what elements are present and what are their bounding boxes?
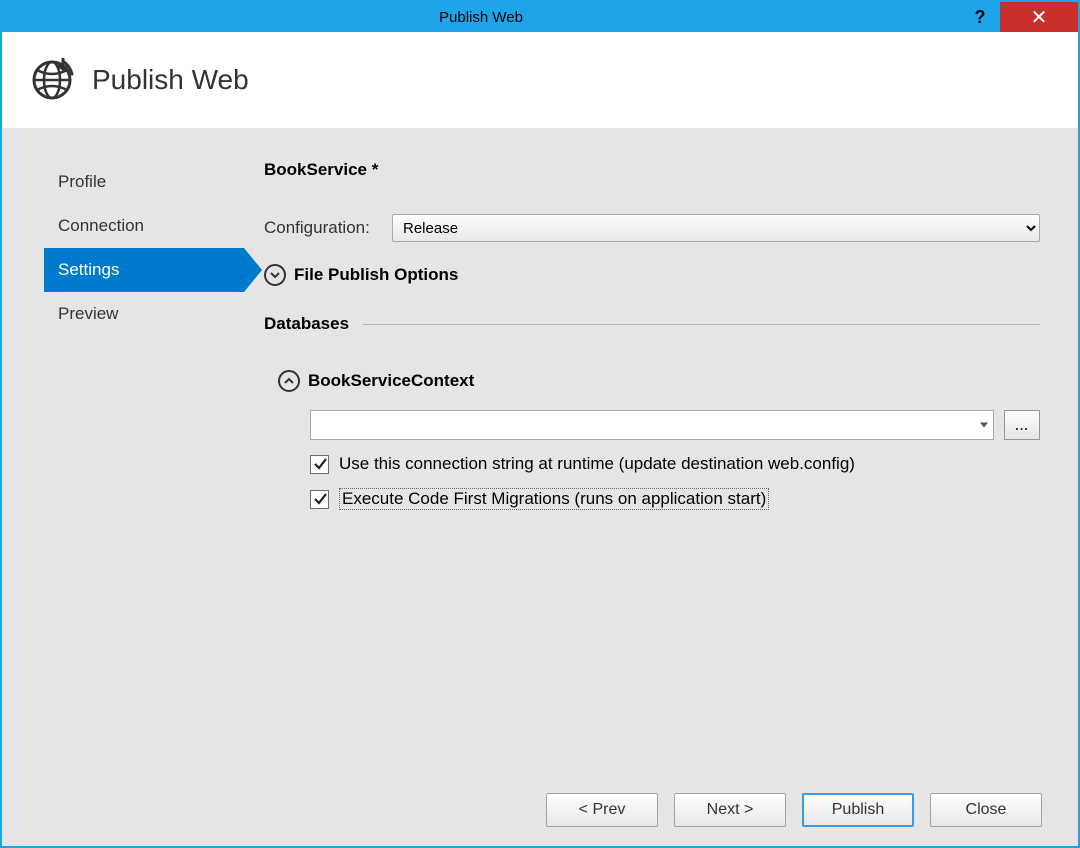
checkbox-checked-icon [310,455,329,474]
wizard-nav: Profile Connection Settings Preview [2,160,254,774]
publish-web-dialog: Publish Web ? ✕ Publish Web Profile Conn… [0,0,1080,848]
window-title: Publish Web [2,9,960,26]
use-connection-string-checkbox-row[interactable]: Use this connection string at runtime (u… [310,454,1040,474]
next-button[interactable]: Next > [674,793,786,827]
configuration-select[interactable]: Release [392,214,1040,242]
db-context-name: BookServiceContext [308,371,474,391]
dialog-title: Publish Web [92,64,249,96]
connection-string-combobox[interactable] [310,410,994,440]
prev-button[interactable]: < Prev [546,793,658,827]
help-button[interactable]: ? [960,2,1000,32]
nav-item-preview[interactable]: Preview [44,292,244,336]
database-context-block: BookServiceContext ... [264,370,1040,510]
close-button[interactable]: Close [930,793,1042,827]
nav-item-settings[interactable]: Settings [44,248,244,292]
execute-migrations-label: Execute Code First Migrations (runs on a… [339,488,769,510]
databases-section-header: Databases [264,314,1040,334]
dialog-footer: < Prev Next > Publish Close [2,774,1078,846]
db-context-inner: ... Use this connection string at runtim… [278,410,1040,510]
section-divider-line [363,324,1040,325]
file-publish-options-label: File Publish Options [294,265,458,285]
settings-pane: BookService * Configuration: Release Fil… [254,160,1078,774]
use-connection-string-label: Use this connection string at runtime (u… [339,454,855,474]
chevron-down-icon [264,264,286,286]
file-publish-options-expander[interactable]: File Publish Options [264,264,1040,286]
checkbox-checked-icon [310,490,329,509]
configuration-row: Configuration: Release [264,214,1040,242]
configuration-label: Configuration: [264,218,392,238]
databases-title: Databases [264,314,349,334]
dialog-header: Publish Web [2,32,1078,128]
project-title: BookService * [264,160,1040,180]
publish-button[interactable]: Publish [802,793,914,827]
dropdown-caret-icon [980,423,988,428]
execute-migrations-checkbox-row[interactable]: Execute Code First Migrations (runs on a… [310,488,1040,510]
close-window-button[interactable]: ✕ [1000,2,1078,32]
window-controls: ? ✕ [960,2,1078,32]
publish-web-globe-icon [30,58,74,102]
dialog-body: Profile Connection Settings Preview Book… [2,128,1078,774]
titlebar: Publish Web ? ✕ [2,2,1078,32]
db-context-expander[interactable]: BookServiceContext [278,370,1040,392]
chevron-up-icon [278,370,300,392]
nav-item-connection[interactable]: Connection [44,204,244,248]
connection-string-browse-button[interactable]: ... [1004,410,1040,440]
nav-item-profile[interactable]: Profile [44,160,244,204]
connection-string-row: ... [310,410,1040,440]
